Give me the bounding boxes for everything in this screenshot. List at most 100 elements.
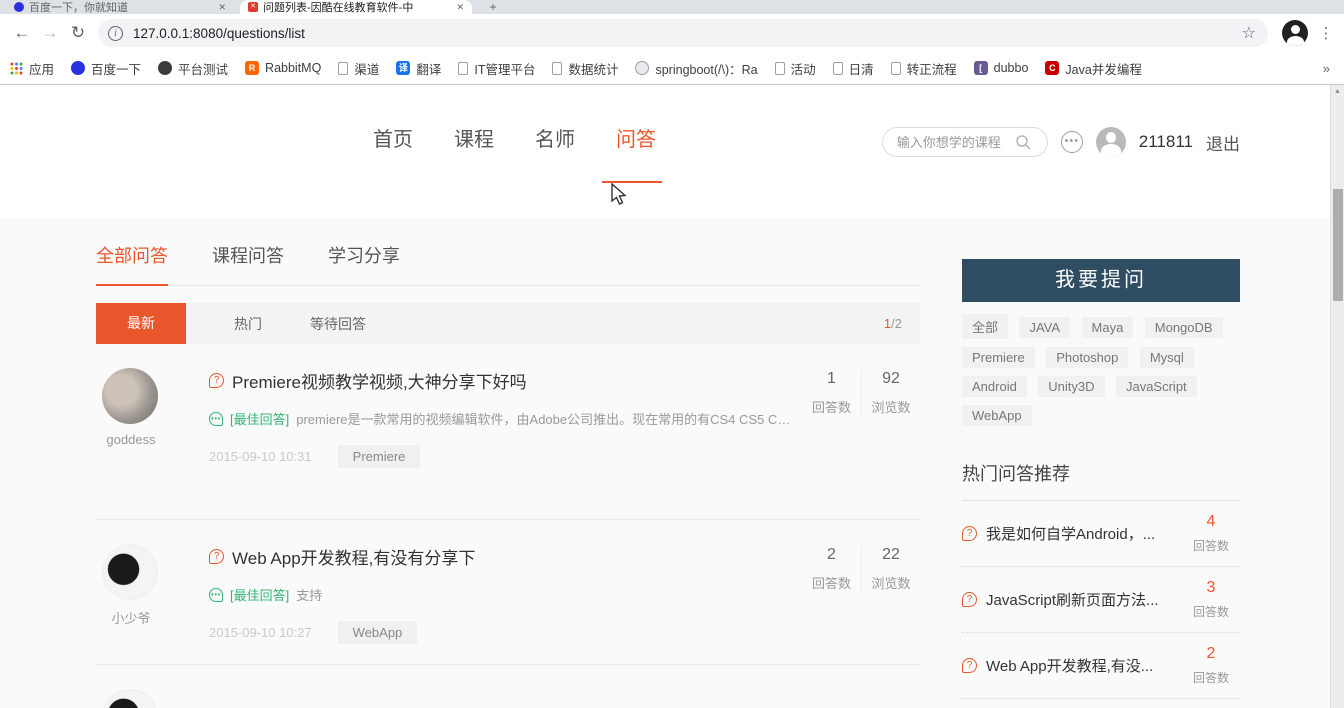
forward-icon[interactable]: → xyxy=(36,19,64,47)
hot-qa-item[interactable]: ? Web App开发教程,有没... 2 回答数 xyxy=(962,633,1240,699)
course-search-box[interactable] xyxy=(881,127,1048,157)
page-info-icon[interactable]: i xyxy=(108,25,123,41)
bookmark-apps[interactable]: 应用 xyxy=(10,59,54,78)
tab-all-questions[interactable]: 全部问答 xyxy=(96,242,168,286)
tab-close-icon[interactable]: ✕ xyxy=(456,2,464,13)
translate-icon: 译 xyxy=(396,61,411,75)
bookmark-zhuanzheng[interactable]: 转正流程 xyxy=(890,59,957,78)
bookmark-translate[interactable]: 译 翻译 xyxy=(396,59,441,78)
question-bubble-icon: ? xyxy=(962,526,977,541)
answers-stat: 2 回答数 xyxy=(811,546,851,591)
bookmark-platform-test[interactable]: 平台测试 xyxy=(158,59,228,78)
tag-maya[interactable]: Maya xyxy=(1081,317,1134,338)
tab-close-icon[interactable]: ✕ xyxy=(218,2,226,13)
ask-question-button[interactable]: 我要提问 xyxy=(962,259,1240,302)
views-stat: 22 浏览数 xyxy=(861,546,920,592)
bookmark-it-platform[interactable]: IT管理平台 xyxy=(458,59,535,78)
question-bubble-icon: ? xyxy=(209,373,224,388)
apps-grid-icon xyxy=(10,62,23,74)
tag-java[interactable]: JAVA xyxy=(1019,317,1071,338)
author-name: 小少爷 xyxy=(111,611,151,626)
logout-link[interactable]: 退出 xyxy=(1206,130,1240,155)
back-icon[interactable]: ← xyxy=(8,19,36,47)
bookmark-huodong[interactable]: 活动 xyxy=(774,59,816,78)
answer-bubble-icon: ••• xyxy=(209,587,223,602)
pagination[interactable]: 1/2 xyxy=(884,316,902,331)
browser-menu-icon[interactable]: ⋮ xyxy=(1316,24,1336,42)
question-tag[interactable]: Premiere xyxy=(337,445,421,468)
tab-study-share[interactable]: 学习分享 xyxy=(328,242,400,285)
bookmark-springboot[interactable]: springboot(/\)：Ra xyxy=(635,59,758,78)
tab-course-questions[interactable]: 课程问答 xyxy=(212,242,284,285)
avatar[interactable] xyxy=(102,544,158,600)
question-bubble-icon: ? xyxy=(962,658,977,673)
bookmark-dubbo[interactable]: [ dubbo xyxy=(973,61,1028,75)
question-title[interactable]: Web App开发教程,有没有分享下 xyxy=(232,544,475,569)
browser-tab-baidu[interactable]: 百度一下，你就知道 ✕ xyxy=(6,0,234,14)
tag-unity3d[interactable]: Unity3D xyxy=(1038,376,1105,397)
tag-android[interactable]: Android xyxy=(962,376,1027,397)
nav-home[interactable]: 首页 xyxy=(373,123,413,152)
hot-qa-item-title[interactable]: Web App开发教程,有没... xyxy=(986,655,1182,676)
hot-qa-item[interactable]: ? JavaScript刷新页面方法... 3 回答数 xyxy=(962,567,1240,633)
nav-teachers[interactable]: 名师 xyxy=(535,123,575,152)
hot-qa-item-title[interactable]: 我是如何自学Android，... xyxy=(986,523,1182,544)
question-item: 小少爷 ? Web App开发教程,有没有分享下 ••• [最佳回答] 支持 2… xyxy=(96,520,920,665)
bookmark-star-icon[interactable]: ☆ xyxy=(1242,23,1256,43)
answer-bubble-icon: ••• xyxy=(209,411,223,426)
document-icon xyxy=(338,61,349,75)
nav-qa[interactable]: 问答 xyxy=(616,123,656,152)
tag-all[interactable]: 全部 xyxy=(962,314,1009,339)
new-tab-button[interactable]: + xyxy=(482,0,504,14)
tag-javascript[interactable]: JavaScript xyxy=(1115,376,1197,397)
hot-qa-count: 2 回答数 xyxy=(1192,645,1229,685)
scrollbar-up-arrow[interactable]: ▲ xyxy=(1331,85,1344,99)
search-input[interactable] xyxy=(896,134,1015,150)
page-scrollbar[interactable]: ▲ xyxy=(1330,85,1344,708)
page-content: 首页 课程 名师 问答 ••• 211811 退出 全部问答 课程问答 学习分享… xyxy=(0,85,1344,708)
messages-icon[interactable]: ••• xyxy=(1060,131,1083,153)
tag-webapp[interactable]: WebApp xyxy=(962,405,1032,426)
best-answer-label: [最佳回答] xyxy=(230,588,290,603)
tag-cloud: 全部 JAVA Maya MongoDB Premiere Photoshop … xyxy=(962,314,1240,434)
bookmark-baidu[interactable]: 百度一下 xyxy=(71,59,141,78)
question-author xyxy=(102,689,160,708)
author-name: goddess xyxy=(106,432,156,447)
bookmark-rabbitmq[interactable]: R RabbitMQ xyxy=(245,61,321,75)
hot-qa-item-title[interactable]: JavaScript刷新页面方法... xyxy=(986,589,1182,610)
hot-qa-item[interactable]: ? 我是如何自学Android，... 4 回答数 xyxy=(962,501,1240,567)
user-avatar[interactable] xyxy=(1095,127,1126,157)
question-author: goddess xyxy=(102,368,160,447)
filter-awaiting-answer[interactable]: 等待回答 xyxy=(310,314,366,334)
bookmark-riqing[interactable]: 日清 xyxy=(832,59,874,78)
tab-title: 问题列表-因酷在线教育软件-中 xyxy=(263,2,414,14)
address-bar[interactable]: i 127.0.0.1:8080/questions/list ☆ xyxy=(98,19,1268,47)
bookmarks-overflow-icon[interactable]: » xyxy=(1323,61,1330,76)
tag-mongodb[interactable]: MongoDB xyxy=(1144,317,1223,338)
tag-photoshop[interactable]: Photoshop xyxy=(1046,347,1129,368)
question-bubble-icon: ? xyxy=(962,592,977,607)
url-text[interactable]: 127.0.0.1:8080/questions/list xyxy=(133,26,1242,41)
avatar[interactable] xyxy=(102,368,158,424)
bookmark-java-concurrency[interactable]: C Java并发编程 xyxy=(1045,59,1142,78)
filter-hot[interactable]: 热门 xyxy=(234,314,262,334)
bookmark-data-stats[interactable]: 数据统计 xyxy=(552,59,618,78)
search-icon[interactable] xyxy=(1015,134,1031,150)
header-right-cluster: ••• 211811 退出 xyxy=(881,127,1240,157)
scrollbar-thumb[interactable] xyxy=(1333,189,1343,301)
rabbitmq-icon: R xyxy=(245,61,260,75)
document-icon xyxy=(458,61,469,75)
reload-icon[interactable]: ↻ xyxy=(64,19,92,47)
tag-premiere[interactable]: Premiere xyxy=(962,347,1035,368)
filter-newest[interactable]: 最新 xyxy=(96,303,186,344)
question-title[interactable]: Premiere视频教学视频,大神分享下好吗 xyxy=(232,368,527,393)
browser-tab-questions[interactable]: ✕ 问题列表-因酷在线教育软件-中 ✕ xyxy=(240,0,472,14)
question-tag[interactable]: WebApp xyxy=(337,621,418,644)
question-list-column: 全部问答 课程问答 学习分享 最新 热门 等待回答 1/2 goddess ? … xyxy=(96,218,920,708)
browser-profile-icon[interactable] xyxy=(1282,20,1308,46)
nav-courses[interactable]: 课程 xyxy=(454,123,494,152)
bookmark-qudao[interactable]: 渠道 xyxy=(338,59,379,78)
hot-qa-item[interactable]: ? Premiere视频教学视频,... 1 回答数 xyxy=(962,699,1240,708)
tag-mysql[interactable]: Mysql xyxy=(1139,347,1194,368)
avatar[interactable] xyxy=(102,689,158,708)
